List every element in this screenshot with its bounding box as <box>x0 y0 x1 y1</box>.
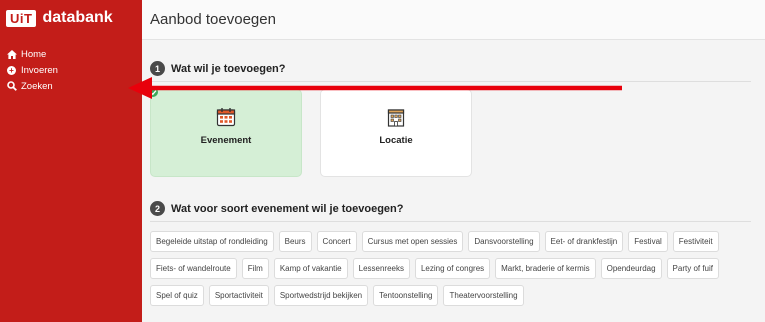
event-type-tag[interactable]: Sportactiviteit <box>208 285 269 306</box>
sidebar-item-label: Home <box>21 48 47 60</box>
step-number: 2 <box>150 201 165 216</box>
search-icon <box>6 81 17 91</box>
option-label: Locatie <box>379 135 413 146</box>
brand[interactable]: UiT databank <box>0 0 142 36</box>
event-type-list: Begeleide uitstap of rondleiding Beurs Con… <box>150 231 748 306</box>
event-type-tag[interactable]: Festival <box>628 231 668 252</box>
event-type-tag[interactable]: Party of fuif <box>666 258 720 279</box>
event-type-tag[interactable]: Concert <box>316 231 357 252</box>
sidebar-item-label: Zoeken <box>21 80 53 92</box>
event-type-tag[interactable]: Eet- of drankfestijn <box>544 231 624 252</box>
sidebar-item-invoeren[interactable]: + Invoeren <box>0 62 142 78</box>
building-icon <box>387 109 405 127</box>
step-number: 1 <box>150 61 165 76</box>
event-type-tag[interactable]: Tentoonstelling <box>373 285 439 306</box>
sidebar: UiT databank Home + Invoeren Zoeken <box>0 0 142 322</box>
event-type-tag[interactable]: Kamp of vakantie <box>273 258 348 279</box>
event-type-tag[interactable]: Lezing of congres <box>414 258 491 279</box>
event-type-tag[interactable]: Opendeurdag <box>600 258 662 279</box>
event-type-tag[interactable]: Begeleide uitstap of rondleiding <box>150 231 274 252</box>
sidebar-nav: Home + Invoeren Zoeken <box>0 46 142 94</box>
sidebar-item-label: Invoeren <box>21 64 58 76</box>
sidebar-item-home[interactable]: Home <box>0 46 142 62</box>
event-type-tag[interactable]: Spel of quiz <box>150 285 204 306</box>
step-title: Wat wil je toevoegen? <box>171 62 286 75</box>
option-card-evenement[interactable]: Evenement <box>148 87 302 177</box>
sidebar-item-zoeken[interactable]: Zoeken <box>0 78 142 94</box>
option-card-locatie[interactable]: Locatie <box>320 89 472 177</box>
step-title: Wat voor soort evenement wil je toevoege… <box>171 202 404 215</box>
brand-logo: UiT <box>6 9 37 27</box>
event-type-tag[interactable]: Film <box>241 258 269 279</box>
event-type-tag[interactable]: Theatervoorstelling <box>443 285 524 306</box>
event-type-tag[interactable]: Markt, braderie of kermis <box>495 258 596 279</box>
header: Aanbod toevoegen <box>142 0 765 40</box>
plus-circle-icon: + <box>6 65 17 75</box>
calendar-icon <box>216 108 236 127</box>
step-2-heading: 2 Wat voor soort evenement wil je toevoe… <box>150 201 403 216</box>
divider <box>150 221 751 222</box>
brand-name: databank <box>42 9 113 26</box>
event-type-tag[interactable]: Sportwedstrijd bekijken <box>273 285 369 306</box>
event-type-tag[interactable]: Fiets- of wandelroute <box>150 258 237 279</box>
event-type-tag[interactable]: Festiviteit <box>672 231 719 252</box>
step-1-heading: 1 Wat wil je toevoegen? <box>150 61 286 76</box>
page-title: Aanbod toevoegen <box>150 11 276 28</box>
annotation-arrow <box>128 77 622 99</box>
event-type-tag[interactable]: Beurs <box>278 231 312 252</box>
event-type-tag[interactable]: Cursus met open sessies <box>361 231 464 252</box>
home-icon <box>6 49 17 59</box>
option-label: Evenement <box>200 135 252 146</box>
event-type-tag[interactable]: Lessenreeks <box>352 258 410 279</box>
event-type-tag[interactable]: Dansvoorstelling <box>468 231 540 252</box>
